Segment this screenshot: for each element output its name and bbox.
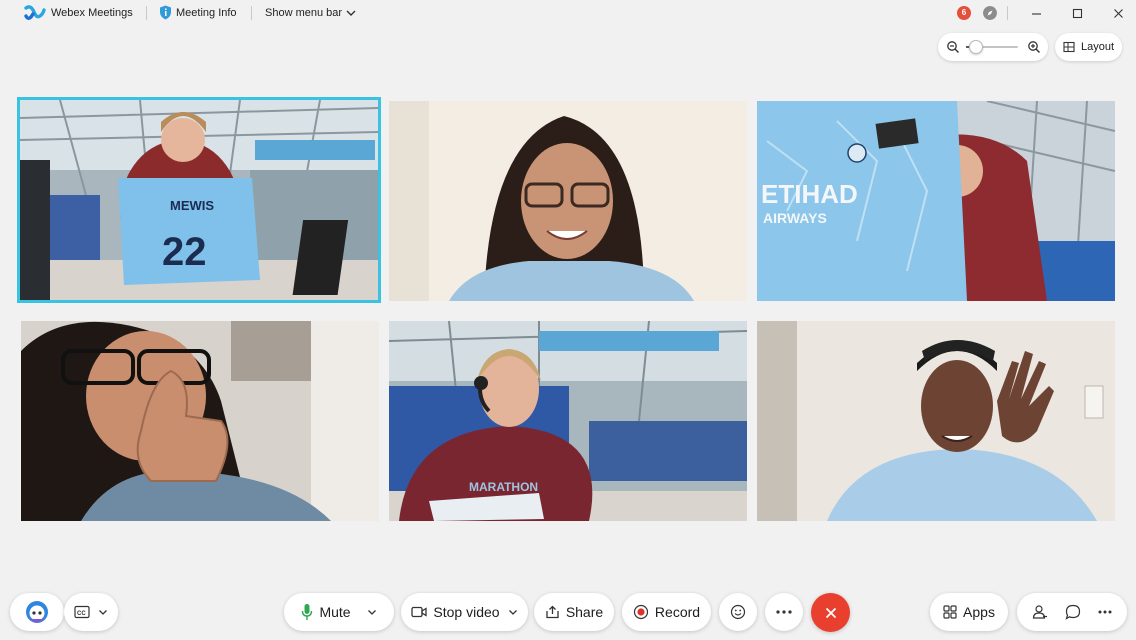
closed-captions-button[interactable]: CC [64,593,118,631]
maximize-button[interactable] [1063,3,1091,23]
apps-grid-icon [943,605,957,619]
svg-text:MEWIS: MEWIS [170,198,214,213]
participant-video [21,321,379,521]
webex-logo-icon [24,5,46,20]
closed-captions-icon: CC [74,605,90,619]
record-label: Record [654,604,701,620]
participant-video-tile[interactable]: MARATHON [389,321,747,521]
stop-video-label: Stop video [433,604,500,620]
svg-text:ETIHAD: ETIHAD [761,179,858,209]
apps-button[interactable]: Apps [930,593,1008,631]
mute-button[interactable]: Mute [284,593,394,631]
svg-text:AIRWAYS: AIRWAYS [763,210,827,226]
maximize-icon [1072,8,1082,18]
shield-info-icon[interactable] [159,5,172,20]
chat-icon[interactable] [1065,604,1081,620]
participant-video: ETIHAD AIRWAYS [757,101,1115,301]
grid-layout-icon [1063,41,1075,53]
more-horizontal-icon [776,610,792,614]
apps-label: Apps [963,604,995,620]
title-divider [146,6,147,20]
title-bar: Webex Meetings Meeting Info Show menu ba… [0,0,1136,26]
zoom-control [938,33,1048,61]
more-horizontal-icon[interactable] [1098,610,1112,614]
participant-video [389,101,747,301]
smiley-icon [730,604,746,620]
participant-video-tile[interactable]: MEWIS 22 [17,97,381,303]
zoom-in-icon[interactable] [1027,40,1041,54]
microphone-icon [302,604,313,620]
svg-text:MARATHON: MARATHON [469,480,538,494]
notification-badge[interactable]: 6 [957,6,971,20]
video-camera-icon [411,606,428,618]
minimize-icon [1031,12,1041,15]
participant-video-tile[interactable] [21,321,379,521]
svg-text:CC: CC [77,611,86,617]
title-divider [251,6,252,20]
record-button[interactable]: Record [622,593,711,631]
participant-video-tile[interactable] [389,101,747,301]
compass-icon[interactable] [983,6,997,20]
participant-video-tile[interactable]: ETIHAD AIRWAYS [757,101,1115,301]
stop-video-button[interactable]: Stop video [401,593,528,631]
participant-video: MARATHON [389,321,747,521]
webex-assistant-icon [26,601,48,623]
share-button[interactable]: Share [534,593,614,631]
share-label: Share [565,604,604,620]
record-icon [633,604,649,620]
panel-controls [1017,593,1127,631]
participants-icon[interactable] [1032,604,1048,620]
zoom-out-icon[interactable] [946,40,960,54]
close-button[interactable] [1104,3,1132,23]
zoom-slider[interactable] [966,40,1018,54]
chevron-down-icon[interactable] [508,607,518,617]
chevron-down-icon[interactable] [98,607,108,617]
close-icon [1113,8,1123,18]
share-icon [546,605,559,619]
participant-video [757,321,1115,521]
layout-button[interactable]: Layout [1055,33,1122,61]
show-menu-bar-label: Show menu bar [265,7,343,19]
reactions-button[interactable] [719,593,757,631]
minimize-button[interactable] [1022,3,1050,23]
zoom-slider-thumb[interactable] [969,40,984,54]
assistant-button[interactable] [10,593,64,631]
leave-meeting-button[interactable] [811,593,850,632]
close-icon [825,607,836,618]
mute-label: Mute [319,604,351,620]
show-menu-bar-button[interactable]: Show menu bar [265,7,356,19]
layout-label: Layout [1080,41,1115,53]
meeting-info-link[interactable]: Meeting Info [176,7,237,19]
app-title: Webex Meetings [51,7,133,19]
participant-video-tile[interactable] [757,321,1115,521]
chevron-down-icon [346,10,356,16]
participant-video: MEWIS 22 [20,100,378,300]
title-divider [1007,6,1008,20]
more-options-button[interactable] [765,593,803,631]
svg-text:22: 22 [162,230,207,274]
chevron-down-icon[interactable] [367,607,377,617]
